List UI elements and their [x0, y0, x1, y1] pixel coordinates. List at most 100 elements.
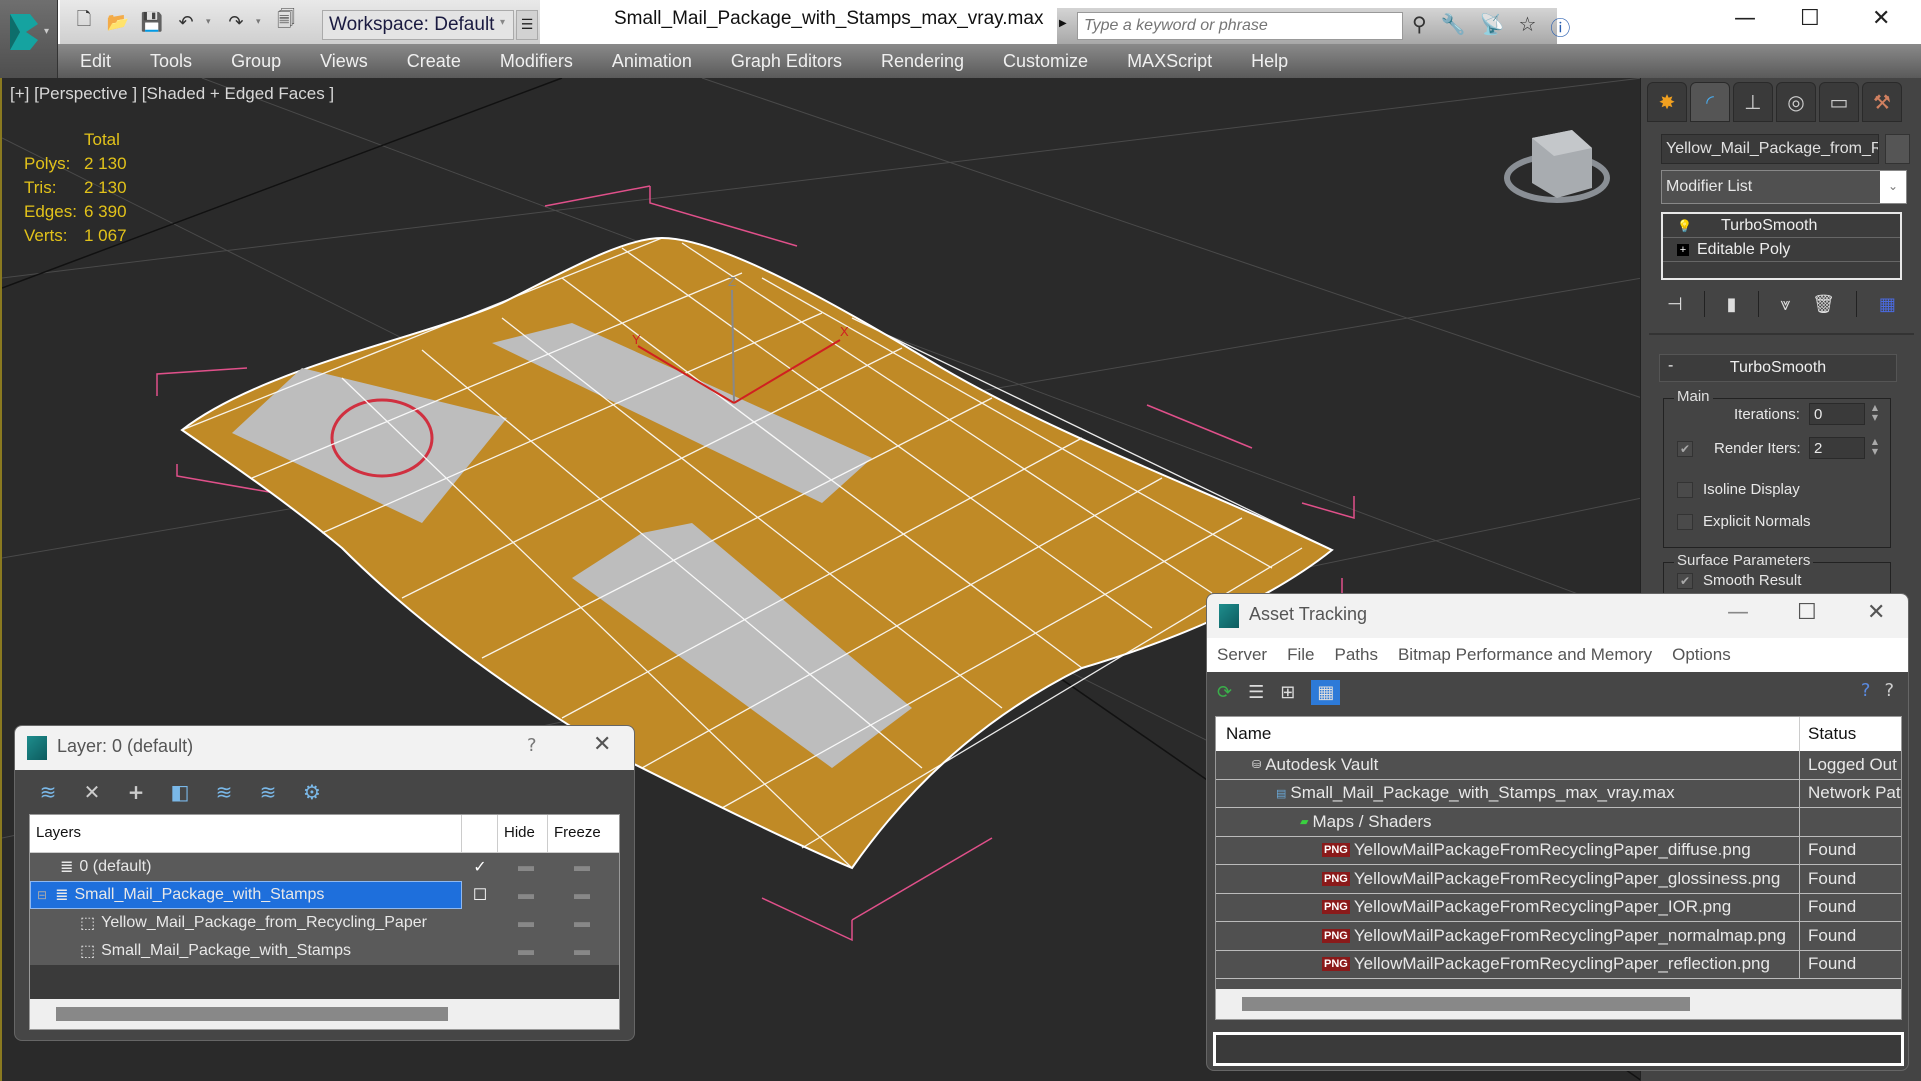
add-to-layer-icon[interactable]: + [123, 780, 149, 804]
scrollbar-thumb[interactable] [56, 1007, 448, 1021]
utilities-icon[interactable]: ⚒ [1862, 82, 1902, 122]
menu-tools[interactable]: Tools [150, 51, 192, 72]
asset-row[interactable]: ▰ Maps / Shaders [1216, 808, 1901, 837]
menu-maxscript[interactable]: MAXScript [1127, 51, 1212, 72]
create-layer-icon[interactable]: ≋ [35, 780, 61, 804]
list-view-icon[interactable]: ☰ [1248, 682, 1264, 703]
iterations-spinner[interactable]: ▲ ▼ [1869, 403, 1881, 425]
explicit-normals-checkbox[interactable] [1677, 514, 1693, 530]
asset-row[interactable]: PNG YellowMailPackageFromRecyclingPaper_I… [1216, 893, 1901, 922]
turbosmooth-rollout-header[interactable]: - TurboSmooth [1659, 354, 1897, 382]
hierarchy-icon[interactable]: ⊥ [1733, 82, 1773, 122]
menu-animation[interactable]: Animation [612, 51, 692, 72]
asset-row[interactable]: PNG YellowMailPackageFromRecyclingPaper_n… [1216, 922, 1901, 951]
render-iters-field[interactable]: 2 [1809, 437, 1865, 459]
current-layer-check[interactable]: ☐ [462, 885, 498, 905]
make-unique-icon[interactable]: ⩔ [1780, 294, 1790, 315]
smooth-result-checkbox[interactable]: ✔ [1677, 573, 1693, 589]
help-button[interactable]: ? [527, 735, 537, 756]
menu-create[interactable]: Create [407, 51, 461, 72]
expand-search-icon[interactable]: ▶ [1059, 18, 1067, 29]
column-header-current[interactable] [462, 815, 498, 852]
key-icon[interactable]: 🔧 [1441, 12, 1466, 41]
application-menu-button[interactable]: ▾ [0, 0, 58, 90]
column-header-name[interactable]: Name [1216, 717, 1800, 751]
asset-row[interactable]: ⛁ Autodesk Vault Logged Out [1216, 751, 1901, 780]
menu-customize[interactable]: Customize [1003, 51, 1088, 72]
column-header-freeze[interactable]: Freeze [548, 815, 606, 852]
expand-icon[interactable]: + [1677, 243, 1689, 256]
layer-row[interactable]: ⊟ ≣ Small_Mail_Package_with_Stamps ☐ ▬ ▬ [30, 881, 619, 909]
freeze-toggle[interactable]: ▬ [554, 858, 610, 876]
iterations-field[interactable]: 0 [1809, 403, 1865, 425]
open-folder-icon[interactable]: 📂 [104, 8, 132, 36]
scrollbar-thumb[interactable] [1242, 997, 1690, 1011]
layer-dialog-titlebar[interactable]: Layer: 0 (default) ? ✕ [15, 726, 634, 770]
layer-row[interactable]: ⬚ Small_Mail_Package_with_Stamps ▬ ▬ [30, 937, 619, 965]
customize-toolbar-button[interactable]: ☰ [516, 10, 538, 40]
render-iters-checkbox[interactable]: ✔ [1677, 441, 1693, 457]
menu-group[interactable]: Group [231, 51, 281, 72]
search-input[interactable] [1077, 12, 1403, 40]
refresh-icon[interactable]: ⟳ [1217, 682, 1232, 703]
hide-toggle[interactable]: ▬ [498, 914, 554, 932]
object-name-field[interactable]: Yellow_Mail_Package_from_Recycling_Paper [1661, 134, 1879, 164]
configure-modifier-sets-icon[interactable]: ▦ [1879, 294, 1896, 315]
stack-item-editable-poly[interactable]: + Editable Poly [1663, 238, 1900, 262]
object-color-swatch[interactable] [1885, 134, 1910, 164]
menu-modifiers[interactable]: Modifiers [500, 51, 573, 72]
layer-row[interactable]: ⬚ Yellow_Mail_Package_from_Recycling_Pap… [30, 909, 619, 937]
column-header-hide[interactable]: Hide [498, 815, 548, 852]
asset-row[interactable]: PNG YellowMailPackageFromRecyclingPaper_g… [1216, 865, 1901, 894]
binoculars-icon[interactable]: ⚲ [1412, 12, 1427, 41]
asset-row[interactable]: PNG YellowMailPackageFromRecyclingPaper_d… [1216, 836, 1901, 865]
table-view-icon[interactable]: ▦ [1311, 679, 1341, 705]
close-button[interactable]: ✕ [1872, 6, 1890, 31]
viewport-label[interactable]: [+] [Perspective ] [Shaded + Edged Faces… [10, 84, 334, 104]
menu-views[interactable]: Views [320, 51, 368, 72]
minimize-button[interactable]: — [1727, 600, 1749, 625]
freeze-toggle[interactable]: ▬ [554, 914, 610, 932]
menu-rendering[interactable]: Rendering [881, 51, 964, 72]
freeze-toggle[interactable]: ▬ [554, 886, 610, 904]
current-layer-check[interactable]: ✓ [462, 857, 498, 877]
create-icon[interactable]: ✸ [1647, 82, 1687, 122]
modify-icon[interactable]: ◜ [1690, 82, 1730, 122]
menu-graph-editors[interactable]: Graph Editors [731, 51, 842, 72]
render-iters-spinner[interactable]: ▲ ▼ [1869, 437, 1881, 459]
undo-dropdown-icon[interactable]: ▾ [206, 17, 216, 27]
asset-row[interactable]: ▤ Small_Mail_Package_with_Stamps_max_vray… [1216, 779, 1901, 808]
horizontal-scrollbar[interactable] [1216, 989, 1901, 1019]
minimize-button[interactable]: — [1734, 6, 1756, 31]
redo-dropdown-icon[interactable]: ▾ [256, 17, 266, 27]
hide-toggle[interactable]: ▬ [498, 942, 554, 960]
layer-properties-icon[interactable]: ⚙ [299, 780, 325, 804]
hide-toggle[interactable]: ▬ [498, 886, 554, 904]
remove-modifier-icon[interactable]: 🗑 [1812, 294, 1835, 315]
column-header-layers[interactable]: Layers [30, 815, 462, 852]
context-help-icon[interactable]: ? [1884, 680, 1894, 701]
menu-options[interactable]: Options [1672, 645, 1731, 665]
menu-bitmap-performance[interactable]: Bitmap Performance and Memory [1398, 645, 1652, 665]
menu-file[interactable]: File [1287, 645, 1314, 665]
satellite-icon[interactable]: 📡 [1480, 12, 1505, 41]
motion-icon[interactable]: ◎ [1776, 82, 1816, 122]
menu-paths[interactable]: Paths [1334, 645, 1377, 665]
pin-stack-icon[interactable]: ⊣ [1667, 294, 1683, 315]
collapse-icon[interactable]: ⊟ [37, 888, 47, 902]
hide-toggle[interactable]: ▬ [498, 858, 554, 876]
lightbulb-icon[interactable]: 💡 [1677, 219, 1695, 233]
select-layer-icon[interactable]: ≋ [211, 780, 237, 804]
undo-icon[interactable]: ↶ [172, 8, 200, 36]
online-help-icon[interactable]: ? [1861, 680, 1871, 701]
stack-item-turbosmooth[interactable]: 💡 TurboSmooth [1663, 214, 1900, 238]
freeze-toggle[interactable]: ▬ [554, 942, 610, 960]
asset-dialog-titlebar[interactable]: Asset Tracking — ☐ ✕ [1207, 594, 1908, 638]
star-icon[interactable]: ☆ [1518, 12, 1536, 41]
redo-icon[interactable]: ↷ [222, 8, 250, 36]
workspace-dropdown[interactable]: Workspace: Default ▾ [322, 10, 514, 40]
project-folder-icon[interactable]: 🗐 [272, 8, 300, 36]
delete-layer-icon[interactable]: ✕ [79, 780, 105, 804]
maximize-button[interactable]: ☐ [1800, 6, 1820, 31]
menu-help[interactable]: Help [1251, 51, 1288, 72]
